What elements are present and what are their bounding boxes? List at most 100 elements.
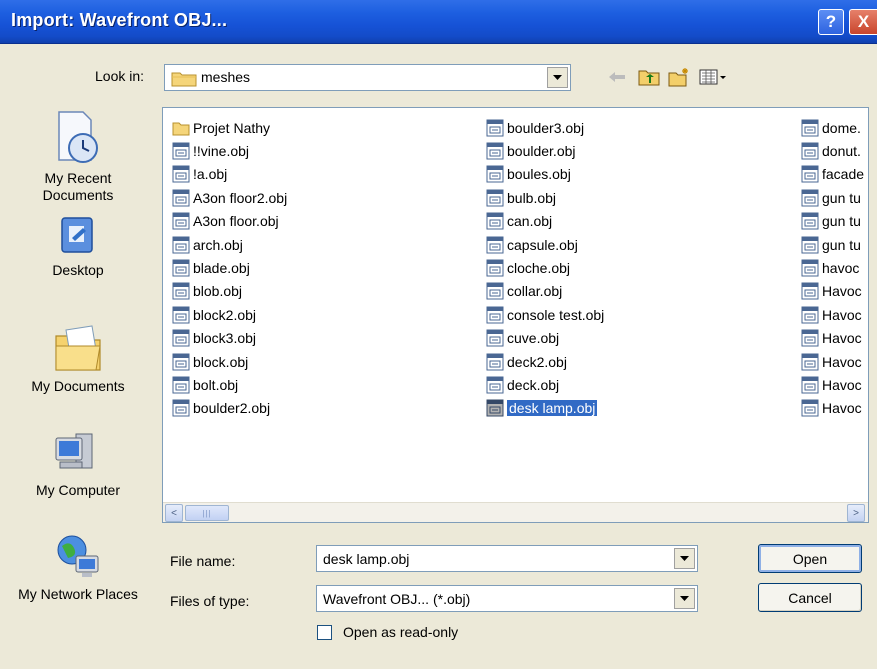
view-menu-button[interactable] [698, 66, 728, 88]
list-item[interactable]: Havoc [801, 327, 864, 350]
list-item[interactable]: bolt.obj [172, 373, 287, 396]
list-item[interactable]: cloche.obj [486, 256, 604, 279]
help-button[interactable]: ? [818, 9, 844, 35]
file-name: boules.obj [507, 166, 571, 183]
list-item[interactable]: boulder2.obj [172, 397, 287, 420]
my-documents-icon [55, 325, 101, 371]
obj-file-icon [172, 399, 190, 417]
file-name: A3on floor2.obj [193, 189, 288, 206]
chevron-left-icon: < [171, 507, 177, 519]
list-item[interactable]: can.obj [486, 210, 604, 233]
open-button[interactable]: Open [758, 544, 862, 573]
open-button-label: Open [792, 550, 828, 567]
list-item[interactable]: blade.obj [172, 256, 287, 279]
file-list[interactable]: Projet Nathy !!vine.obj !a.obj A3on floo… [162, 107, 869, 523]
list-item[interactable]: gun tu [801, 233, 864, 256]
obj-file-icon [486, 329, 504, 347]
file-name: havoc [822, 260, 860, 277]
file-column-3: dome. donut. facade gun tu gun tu gun tu… [801, 116, 864, 420]
list-item[interactable]: boules.obj [486, 163, 604, 186]
list-item-selected[interactable]: desk lamp.obj [486, 397, 604, 420]
list-item[interactable]: block2.obj [172, 303, 287, 326]
obj-file-icon [801, 376, 819, 394]
horizontal-scrollbar[interactable]: < ||| > [163, 502, 868, 522]
list-item[interactable]: !!vine.obj [172, 139, 287, 162]
obj-file-icon [486, 189, 504, 207]
file-name: block.obj [193, 353, 249, 370]
file-name: deck2.obj [507, 353, 567, 370]
view-menu-icon [699, 69, 726, 85]
list-item[interactable]: Havoc [801, 397, 864, 420]
list-item[interactable]: console test.obj [486, 303, 604, 326]
chevron-down-icon [680, 555, 689, 561]
cancel-button-label: Cancel [788, 589, 832, 606]
obj-file-icon [801, 119, 819, 137]
desktop-icon [61, 217, 93, 253]
list-item[interactable]: block.obj [172, 350, 287, 373]
place-my-recent-documents[interactable]: My Recent Documents [8, 110, 148, 204]
file-name-input[interactable]: desk lamp.obj [316, 545, 698, 572]
list-item[interactable]: dome. [801, 116, 864, 139]
file-name: boulder.obj [507, 143, 576, 160]
look-in-dropdown[interactable]: meshes [164, 64, 571, 91]
list-item[interactable]: blob.obj [172, 280, 287, 303]
list-item[interactable]: gun tu [801, 210, 864, 233]
back-arrow-icon [609, 72, 625, 82]
cancel-button[interactable]: Cancel [758, 583, 862, 612]
list-item[interactable]: collar.obj [486, 280, 604, 303]
list-item[interactable]: deck2.obj [486, 350, 604, 373]
place-my-computer[interactable]: My Computer [8, 428, 148, 499]
list-item[interactable]: Havoc [801, 373, 864, 396]
look-in-dropdown-arrow[interactable] [547, 67, 568, 88]
up-folder-button[interactable] [638, 66, 660, 88]
new-folder-icon [668, 68, 688, 87]
place-my-documents[interactable]: My Documents [8, 322, 148, 395]
list-item[interactable]: donut. [801, 139, 864, 162]
title-bar[interactable]: Import: Wavefront OBJ... ? X [0, 0, 877, 44]
read-only-checkbox[interactable] [317, 625, 332, 640]
list-item[interactable]: capsule.obj [486, 233, 604, 256]
file-name: capsule.obj [507, 236, 578, 253]
scrollbar-thumb[interactable]: ||| [185, 505, 229, 521]
file-name: gun tu [822, 236, 861, 253]
list-item[interactable]: bulb.obj [486, 186, 604, 209]
file-type-value: Wavefront OBJ... (*.obj) [323, 591, 471, 607]
obj-file-icon [172, 306, 190, 324]
list-item[interactable]: Havoc [801, 303, 864, 326]
close-button[interactable]: X [849, 9, 877, 35]
list-item[interactable]: gun tu [801, 186, 864, 209]
folder-icon [171, 72, 197, 87]
list-item[interactable]: arch.obj [172, 233, 287, 256]
list-item-folder[interactable]: Projet Nathy [172, 116, 287, 139]
place-desktop[interactable]: Desktop [8, 214, 148, 279]
new-folder-button[interactable] [668, 66, 690, 88]
list-item[interactable]: facade [801, 163, 864, 186]
list-item[interactable]: !a.obj [172, 163, 287, 186]
file-type-dropdown-arrow[interactable] [674, 588, 695, 609]
scroll-right-button[interactable]: > [847, 504, 865, 522]
list-item[interactable]: boulder.obj [486, 139, 604, 162]
obj-file-icon [172, 259, 190, 277]
obj-file-icon [486, 399, 504, 417]
list-item[interactable]: havoc [801, 256, 864, 279]
list-item[interactable]: deck.obj [486, 373, 604, 396]
list-item[interactable]: block3.obj [172, 327, 287, 350]
obj-file-icon [801, 142, 819, 160]
list-item[interactable]: Havoc [801, 350, 864, 373]
file-name: !a.obj [193, 166, 228, 183]
place-my-network-places[interactable]: My Network Places [8, 532, 148, 603]
place-label: My Recent Documents [42, 170, 114, 203]
list-item[interactable]: A3on floor2.obj [172, 186, 287, 209]
back-button[interactable] [606, 66, 628, 88]
file-name-dropdown-arrow[interactable] [674, 548, 695, 569]
obj-file-icon [486, 353, 504, 371]
list-item[interactable]: A3on floor.obj [172, 210, 287, 233]
scroll-left-button[interactable]: < [165, 504, 183, 522]
file-name: bolt.obj [193, 376, 239, 393]
obj-file-icon [486, 212, 504, 230]
file-name: A3on floor.obj [193, 213, 279, 230]
list-item[interactable]: Havoc [801, 280, 864, 303]
list-item[interactable]: boulder3.obj [486, 116, 604, 139]
file-type-dropdown[interactable]: Wavefront OBJ... (*.obj) [316, 585, 698, 612]
list-item[interactable]: cuve.obj [486, 327, 604, 350]
